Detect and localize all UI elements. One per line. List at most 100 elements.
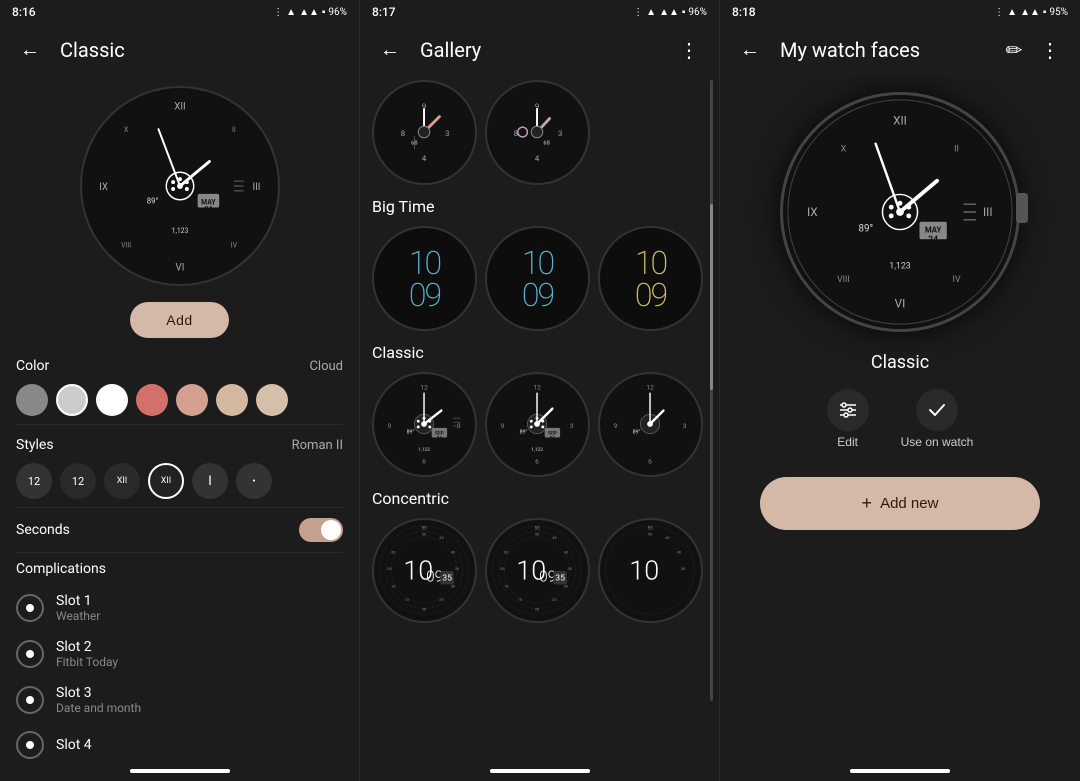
battery-level-right: 95% — [1049, 7, 1068, 18]
svg-text:6: 6 — [535, 457, 539, 465]
gallery-row-bigtime: 10 09 10 09 10 09 — [372, 226, 707, 331]
color-swatch-red[interactable] — [136, 384, 168, 416]
bigtime-min-1: 09 — [409, 279, 440, 311]
add-button[interactable]: Add — [130, 302, 228, 338]
gallery-watch-top-2[interactable]: 9 3 8 4 68 — [485, 80, 590, 185]
svg-text:3: 3 — [558, 129, 562, 138]
back-button-left[interactable]: ← — [12, 32, 48, 68]
edit-icon — [827, 389, 869, 431]
watch-preview-left: XII III VI IX II X IV VIII 89° — [0, 76, 359, 346]
style-I[interactable]: I — [192, 463, 228, 499]
slot3-name: Slot 3 — [56, 685, 343, 701]
svg-text:10: 10 — [629, 555, 659, 587]
svg-text:20: 20 — [422, 606, 426, 611]
edit-icon-pencil[interactable]: ✏ — [996, 32, 1032, 68]
style-XII-selected[interactable]: XII — [148, 463, 184, 499]
gallery-bigtime-2[interactable]: 10 09 — [485, 226, 590, 331]
svg-text:XII: XII — [174, 102, 185, 113]
svg-text:9: 9 — [500, 422, 504, 430]
seconds-toggle[interactable] — [299, 518, 343, 542]
slot1-name: Slot 1 — [56, 593, 343, 609]
slot3-text: Slot 3 Date and month — [56, 685, 343, 715]
svg-text:1,123: 1,123 — [889, 262, 911, 272]
gallery-watch-svg-t2: 9 3 8 4 68 — [487, 80, 588, 185]
color-swatch-lightgray[interactable] — [56, 384, 88, 416]
styles-value: Roman II — [292, 438, 343, 453]
back-button-middle[interactable]: ← — [372, 32, 408, 68]
add-new-button[interactable]: + Add new — [760, 477, 1040, 530]
gallery-bigtime-1-inner: 10 09 — [374, 228, 475, 329]
gallery-concentric-3[interactable]: 55 50 45 40 35 10 — [598, 518, 703, 623]
edit-button[interactable]: Edit — [827, 389, 869, 449]
slot2-name: Slot 2 — [56, 639, 343, 655]
style-XII-filled[interactable]: XII — [104, 463, 140, 499]
svg-text:8: 8 — [401, 129, 405, 138]
gallery-watch-top-1[interactable]: 9 3 8 4 68 — [372, 80, 477, 185]
svg-text:04: 04 — [437, 436, 442, 441]
svg-text:20: 20 — [535, 606, 539, 611]
more-button-right[interactable]: ⋮ — [1032, 32, 1068, 68]
sliders-svg — [838, 400, 858, 420]
action-buttons-row: Edit Use on watch — [827, 389, 974, 449]
gallery-classic-3[interactable]: 12 3 6 9 89° — [598, 372, 703, 477]
svg-text:II: II — [232, 126, 236, 134]
top-bar-right: ← My watch faces ✏ ⋮ — [720, 24, 1080, 76]
color-swatch-gray[interactable] — [16, 384, 48, 416]
svg-text:35: 35 — [455, 566, 459, 571]
gallery-bigtime-3-inner: 10 09 — [600, 228, 701, 329]
right-panel-scroll[interactable]: XII III VI IX II X IV VIII — [720, 76, 1080, 781]
gallery-row-concentric: 55 50 45 40 35 30 25 20 15 10 05 00 10 0… — [372, 518, 707, 623]
use-on-watch-button[interactable]: Use on watch — [901, 389, 974, 449]
svg-text:4: 4 — [535, 154, 540, 163]
style-12-outline[interactable]: 12 — [60, 463, 96, 499]
slot4-text: Slot 4 — [56, 737, 343, 753]
gallery-bigtime-3[interactable]: 10 09 — [598, 226, 703, 331]
svg-text:24: 24 — [928, 235, 938, 245]
slot4-item[interactable]: Slot 4 — [16, 723, 343, 767]
gallery-bigtime-1[interactable]: 10 09 — [372, 226, 477, 331]
svg-text:50: 50 — [535, 531, 539, 536]
styles-header: Styles Roman II — [16, 437, 343, 453]
slot1-item[interactable]: Slot 1 Weather — [16, 585, 343, 631]
slot2-item[interactable]: Slot 2 Fitbit Today — [16, 631, 343, 677]
svg-text:89°: 89° — [146, 197, 158, 206]
svg-text:X: X — [841, 145, 847, 155]
color-label: Color — [16, 358, 49, 374]
back-button-right[interactable]: ← — [732, 32, 768, 68]
slot3-icon — [16, 686, 44, 714]
gallery-classic-2[interactable]: 12 3 6 9 89° SEP 04 — [485, 372, 590, 477]
color-swatch-white[interactable] — [96, 384, 128, 416]
gallery-concentric-2[interactable]: 55 50 45 40 35 30 25 20 15 10 05 00 10 0… — [485, 518, 590, 623]
status-icons-left: ⋮ ▲ ▲▲ ▪ 96% — [273, 7, 347, 18]
gallery-classic-1[interactable]: 12 3 6 9 89° SEP 04 — [372, 372, 477, 477]
style-12-filled[interactable]: 12 — [16, 463, 52, 499]
watch-crown — [1016, 193, 1028, 223]
svg-text:MAY: MAY — [925, 225, 942, 234]
style-dot[interactable]: · — [236, 463, 272, 499]
color-swatch-peach[interactable] — [216, 384, 248, 416]
right-panel: 8:18 ⋮ ▲ ▲▲ ▪ 95% ← My watch faces ✏ ⋮ X… — [720, 0, 1080, 781]
classic-svg-1: 12 3 6 9 89° SEP 04 — [374, 372, 475, 477]
slot2-icon-inner — [26, 650, 34, 658]
check-svg — [927, 400, 947, 420]
slot1-text: Slot 1 Weather — [56, 593, 343, 623]
svg-text:00: 00 — [504, 550, 508, 555]
svg-text:04: 04 — [550, 436, 555, 441]
svg-text:89°: 89° — [633, 430, 641, 436]
gallery-concentric-1[interactable]: 55 50 45 40 35 30 25 20 15 10 05 00 10 0… — [372, 518, 477, 623]
svg-text:12: 12 — [533, 383, 541, 391]
status-bar-right: 8:18 ⋮ ▲ ▲▲ ▪ 95% — [720, 0, 1080, 24]
svg-text:35: 35 — [568, 566, 572, 571]
color-swatch-salmon[interactable] — [176, 384, 208, 416]
slot3-icon-inner — [26, 696, 34, 704]
watch-name-right: Classic — [871, 352, 929, 373]
more-button-middle[interactable]: ⋮ — [671, 32, 707, 68]
svg-text:4: 4 — [422, 154, 427, 163]
edit-label: Edit — [837, 435, 858, 449]
battery-level-left: 96% — [328, 7, 347, 18]
slot3-item[interactable]: Slot 3 Date and month — [16, 677, 343, 723]
gallery-scroll[interactable]: 9 3 8 4 68 9 3 8 4 — [360, 76, 719, 781]
status-time-right: 8:18 — [732, 5, 756, 19]
middle-panel: 8:17 ⋮ ▲ ▲▲ ▪ 96% ← Gallery ⋮ 9 3 8 4 — [360, 0, 720, 781]
color-swatch-cloud[interactable] — [256, 384, 288, 416]
